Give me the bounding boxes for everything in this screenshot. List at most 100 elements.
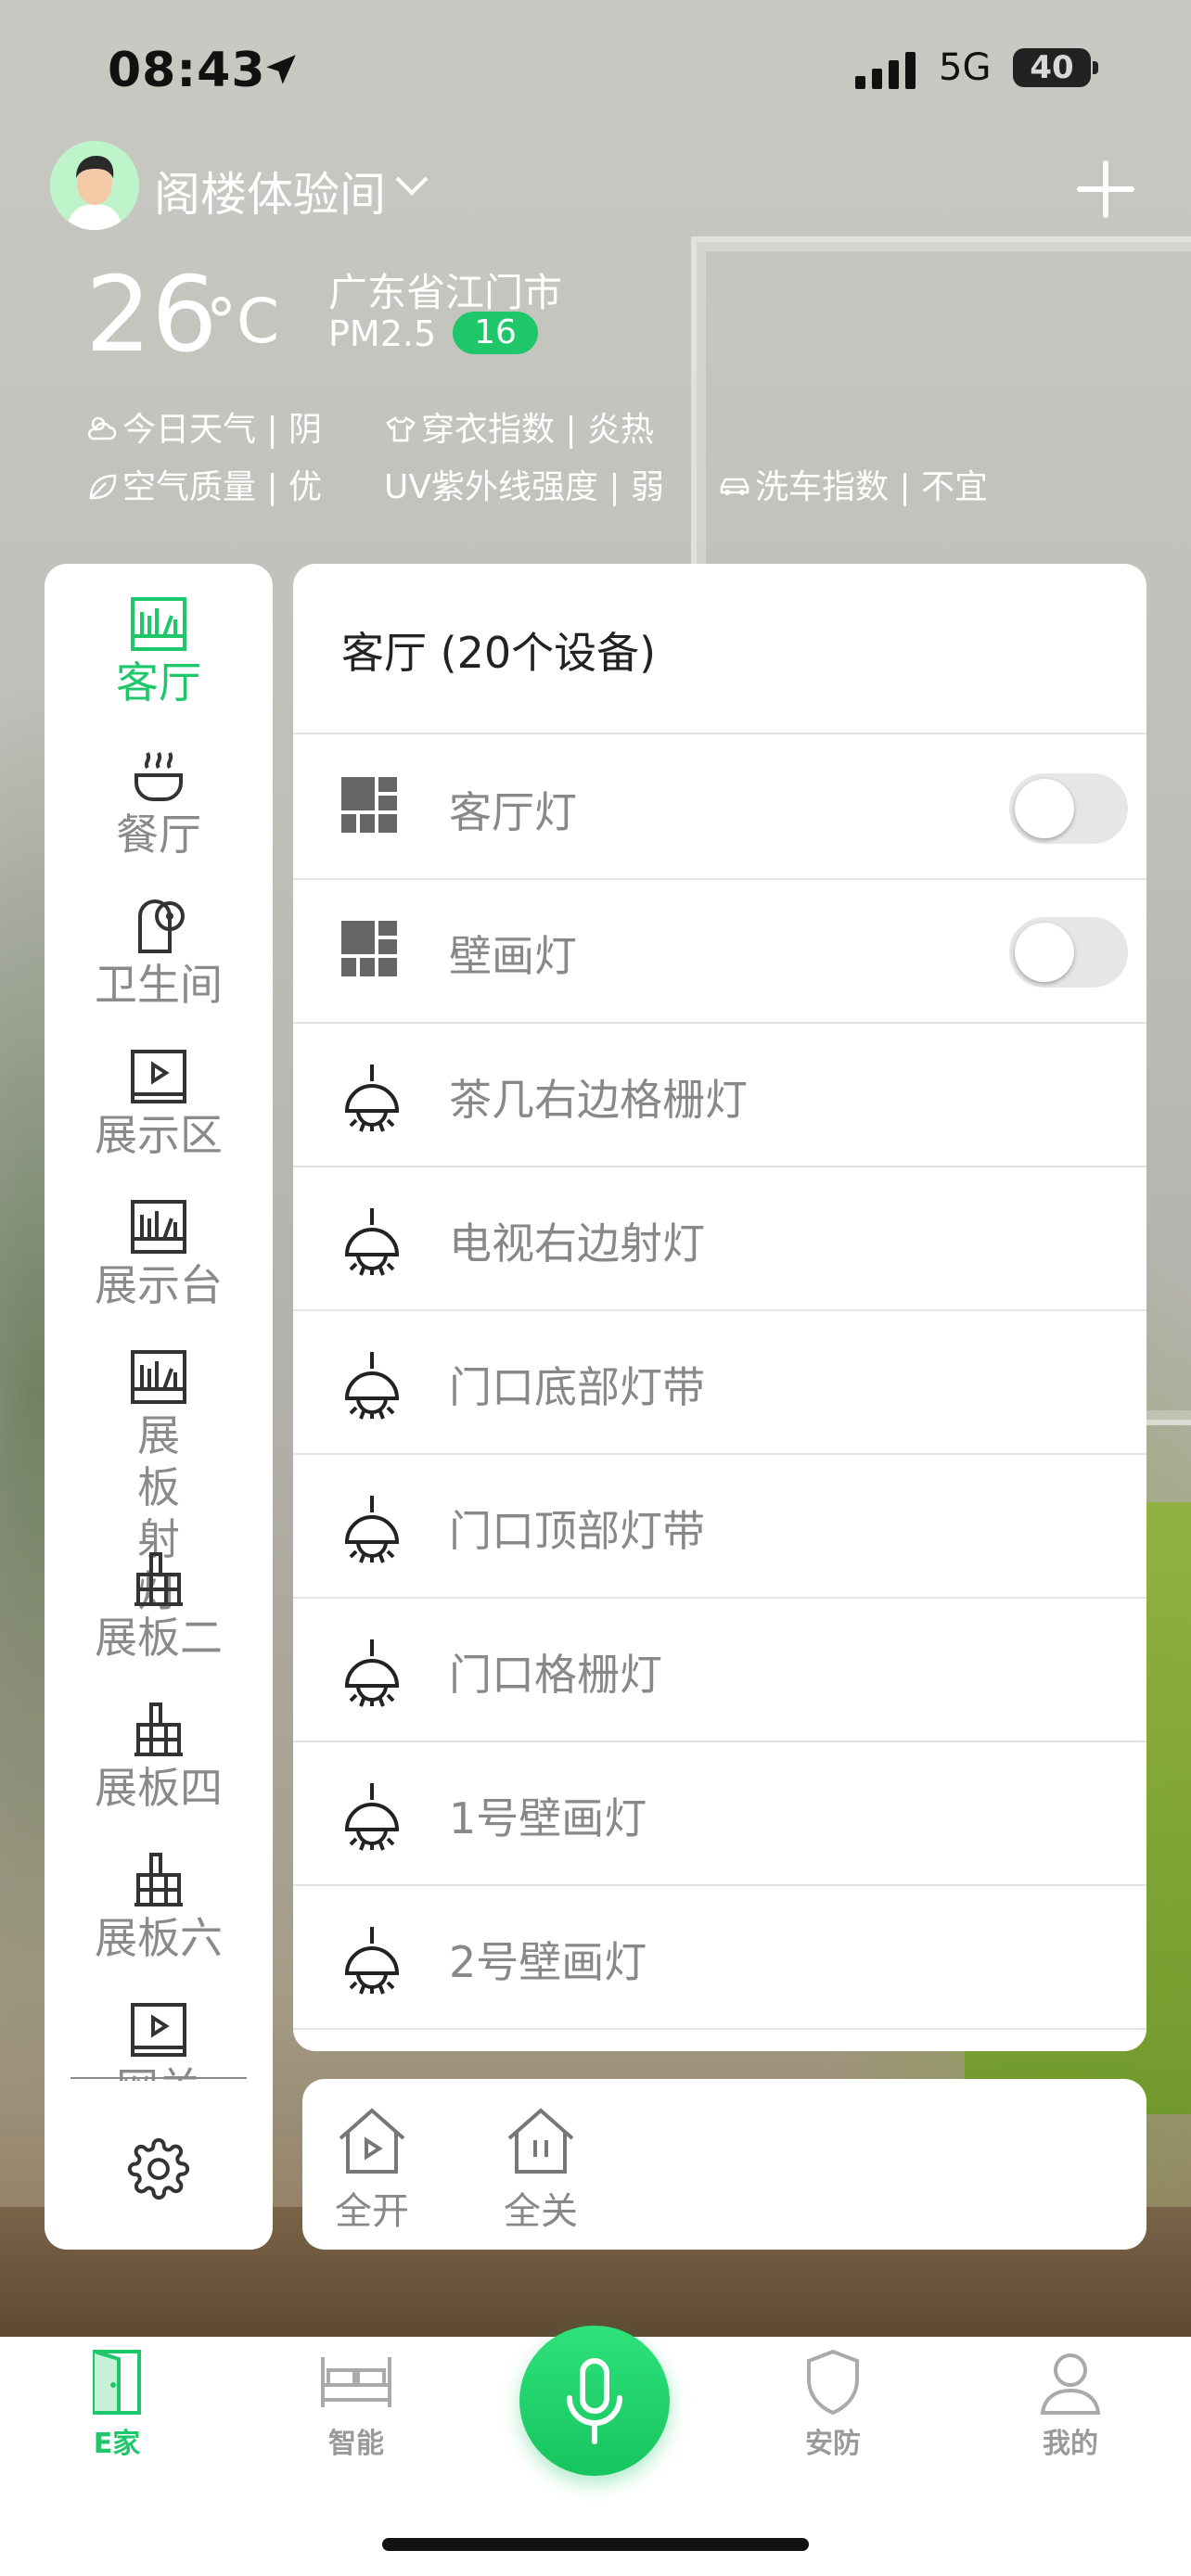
device-label: 1号壁画灯 (449, 1793, 647, 1843)
device-row[interactable]: 1号壁画灯 (293, 1741, 1146, 1886)
pendant-lamp-icon (344, 1208, 400, 1276)
switch-grid-icon (341, 921, 397, 976)
battery-tip (1093, 61, 1098, 74)
device-label: 门口底部灯带 (449, 1362, 705, 1412)
bookshelf-icon (131, 1200, 186, 1254)
pendant-lamp-icon (344, 1065, 400, 1132)
bed-icon (321, 2357, 391, 2407)
shield-icon (807, 2349, 859, 2416)
temperature-value: 26 (85, 255, 218, 376)
device-row[interactable]: 门口顶部灯带 (293, 1453, 1146, 1599)
room-item-showcase-area[interactable]: 展示区 (45, 1048, 273, 1161)
network-type: 5G (939, 46, 992, 89)
pm-badge: 16 (453, 312, 538, 354)
device-label: 茶几右边格栅灯 (449, 1075, 748, 1125)
device-label: 电视右边射灯 (449, 1218, 705, 1269)
status-time: 08:43 (108, 43, 266, 98)
toilet-paper-icon (138, 899, 185, 953)
home-play-icon (339, 2108, 405, 2174)
home-name[interactable]: 阁楼体验间 (154, 158, 386, 224)
bookshelf-icon (131, 597, 186, 651)
device-row[interactable]: 电视右边射灯 (293, 1166, 1146, 1311)
cabinet-icon (134, 1552, 183, 1606)
device-row[interactable]: 壁画灯 (293, 878, 1146, 1024)
city-name: 广东省江门市 (328, 270, 563, 315)
all-on-label: 全开 (335, 2190, 409, 2233)
room-item-gateway[interactable]: 网关 (45, 2001, 273, 2081)
clothing-index-text: 穿衣指数 | 炎热 (421, 411, 655, 449)
device-label: 门口顶部灯带 (449, 1506, 705, 1556)
pendant-lamp-icon (344, 1927, 400, 1995)
room-label: 展板二 (95, 1613, 223, 1663)
air-quality: 空气质量 | 优 (85, 460, 322, 508)
room-label: 卫生间 (95, 960, 223, 1010)
car-wash-index-text: 洗车指数 | 不宜 (755, 468, 989, 506)
room-item-board-two[interactable]: 展板二 (45, 1550, 273, 1664)
device-toggle[interactable] (1009, 773, 1128, 844)
cloud-sun-icon (88, 416, 117, 440)
signal-icon (855, 52, 916, 89)
pendant-lamp-icon (344, 1783, 400, 1851)
voice-button[interactable] (519, 2326, 670, 2476)
weather-today-text: 今日天气 | 阴 (122, 411, 323, 449)
air-quality-text: 空气质量 | 优 (122, 468, 323, 506)
room-item-living-room[interactable]: 客厅 (45, 595, 273, 708)
room-label: 展板四 (95, 1763, 223, 1813)
all-on-button[interactable]: 全开 (321, 2105, 423, 2235)
home-pause-icon (507, 2108, 574, 2174)
room-list: 客厅 餐厅 卫生间 展示区 展示台 展板射灯 展板二 展板四 展板六 (45, 564, 273, 2081)
home-indicator (382, 2538, 809, 2551)
room-sidebar: 客厅 餐厅 卫生间 展示区 展示台 展板射灯 展板二 展板四 展板六 (45, 564, 273, 2250)
temperature-unit: °C (206, 286, 280, 357)
avatar[interactable] (50, 141, 139, 230)
tab-label: 安防 (805, 2428, 861, 2460)
all-off-button[interactable]: 全关 (490, 2105, 592, 2235)
play-screen-icon (131, 1050, 186, 1103)
device-row[interactable]: 门口格栅灯 (293, 1597, 1146, 1742)
pendant-lamp-icon (344, 1352, 400, 1420)
uv-index: UV紫外线强度 | 弱 (384, 460, 664, 508)
room-item-board-six[interactable]: 展板六 (45, 1851, 273, 1964)
room-item-bathroom[interactable]: 卫生间 (45, 898, 273, 1011)
status-bar: 08:43 5G 40 (0, 39, 1191, 104)
switch-grid-icon (341, 777, 397, 833)
room-label: 展板六 (95, 1913, 223, 1963)
user-icon (1040, 2353, 1101, 2415)
room-label: 展示区 (95, 1110, 223, 1160)
device-row[interactable]: 茶几右边格栅灯 (293, 1022, 1146, 1167)
room-item-display-stand[interactable]: 展示台 (45, 1198, 273, 1311)
microphone-icon (567, 2358, 622, 2444)
room-label: 餐厅 (116, 810, 201, 860)
device-label: 客厅灯 (449, 787, 577, 837)
device-row[interactable]: 2号壁画灯 (293, 1884, 1146, 2030)
panel-title: 客厅 (20个设备) (341, 628, 657, 678)
room-item-board-four[interactable]: 展板四 (45, 1701, 273, 1814)
pendant-lamp-icon (344, 1639, 400, 1707)
all-off-label: 全关 (504, 2190, 578, 2233)
device-label: 2号壁画灯 (449, 1937, 647, 1987)
car-wash-index: 洗车指数 | 不宜 (718, 460, 988, 508)
gear-icon[interactable] (127, 2137, 190, 2200)
scene-actions: 全开 全关 (302, 2079, 1146, 2250)
avatar-face-icon (50, 141, 139, 230)
room-label: 展示台 (95, 1260, 223, 1310)
tab-mine[interactable]: 我的 (1005, 2348, 1135, 2461)
pm-label: PM2.5 (328, 313, 437, 354)
bookshelf-icon (131, 1350, 186, 1404)
add-icon[interactable] (1076, 159, 1135, 219)
location-arrow-icon (266, 55, 296, 84)
device-toggle[interactable] (1009, 917, 1128, 988)
tab-home[interactable]: E家 (52, 2348, 182, 2461)
chevron-down-icon[interactable] (393, 172, 430, 200)
door-icon (93, 2350, 141, 2415)
device-panel: 客厅 (20个设备) 客厅灯 壁画灯 茶几右边格栅灯 电视右边射灯 门口底部灯带… (293, 564, 1146, 2051)
device-row[interactable]: 客厅灯 (293, 734, 1146, 880)
cabinet-icon (134, 1702, 183, 1756)
tab-smart[interactable]: 智能 (291, 2348, 421, 2461)
toggle-knob (1015, 779, 1074, 838)
uv-index-text: UV紫外线强度 | 弱 (384, 468, 664, 506)
tab-security[interactable]: 安防 (768, 2348, 898, 2461)
room-item-dining[interactable]: 餐厅 (45, 747, 273, 861)
pendant-lamp-icon (344, 1496, 400, 1563)
device-row[interactable]: 门口底部灯带 (293, 1309, 1146, 1455)
